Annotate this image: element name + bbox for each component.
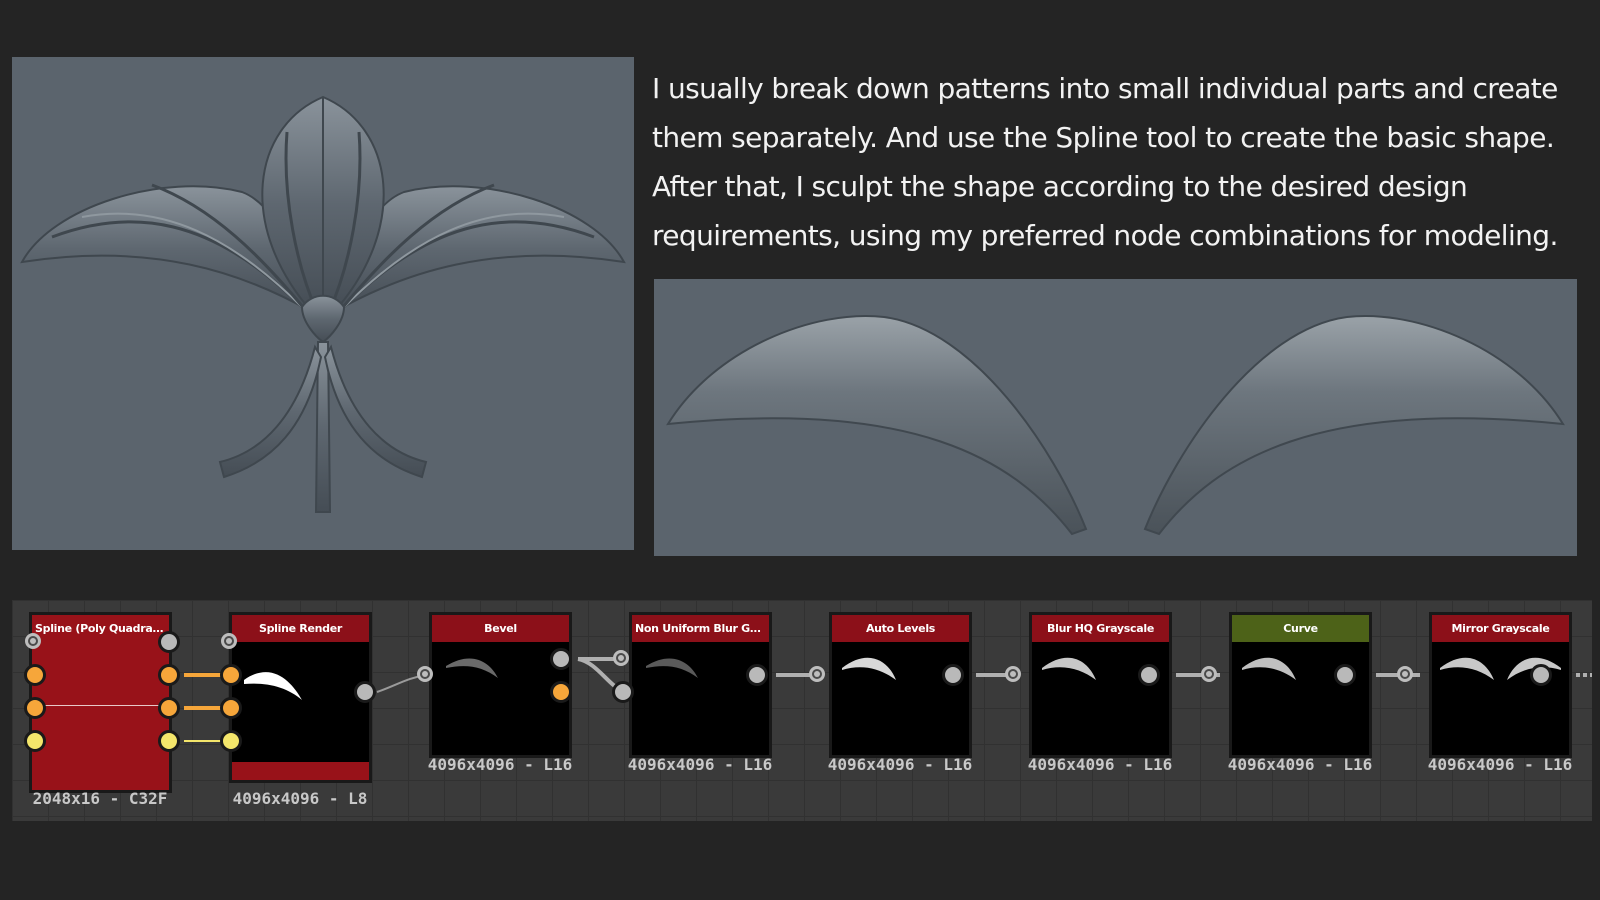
node-size-label: 2048x16 - C32F xyxy=(32,789,168,808)
input-port[interactable] xyxy=(1005,666,1021,682)
node-size-label: 4096x4096 - L16 xyxy=(1427,755,1573,774)
output-port[interactable] xyxy=(942,664,964,686)
node-thumbnail xyxy=(232,642,369,762)
input-port[interactable] xyxy=(220,664,242,686)
output-port[interactable] xyxy=(158,697,180,719)
input-port[interactable] xyxy=(24,664,46,686)
output-port[interactable] xyxy=(158,664,180,686)
node-thumbnail xyxy=(832,642,969,755)
input-port[interactable] xyxy=(417,666,433,682)
output-port[interactable] xyxy=(1334,664,1356,686)
input-port[interactable] xyxy=(809,666,825,682)
output-port[interactable] xyxy=(158,730,180,752)
node-size-label: 4096x4096 - L16 xyxy=(627,755,773,774)
node-thumbnail xyxy=(432,642,569,755)
output-port[interactable] xyxy=(550,681,572,703)
input-port[interactable] xyxy=(220,730,242,752)
input-port[interactable] xyxy=(612,681,634,703)
node-title: Spline Render xyxy=(232,615,369,642)
node-title: Mirror Grayscale xyxy=(1432,615,1569,642)
input-port[interactable] xyxy=(25,633,41,649)
crescent-render-image xyxy=(666,315,1565,536)
node-non-uniform-blur-grayscale[interactable]: Non Uniform Blur Gray... xyxy=(629,612,772,758)
input-port[interactable] xyxy=(24,730,46,752)
ornament-render-viewport xyxy=(12,57,634,550)
node-curve[interactable]: Curve xyxy=(1229,612,1372,758)
output-port[interactable] xyxy=(550,648,572,670)
output-port[interactable] xyxy=(1138,664,1160,686)
node-spline-poly-quadratic[interactable]: Spline (Poly Quadratic) xyxy=(29,612,172,793)
description-text: I usually break down patterns into small… xyxy=(652,72,1558,252)
node-title: Spline (Poly Quadratic) xyxy=(32,615,169,642)
node-size-label: 4096x4096 - L16 xyxy=(827,755,973,774)
node-thumbnail xyxy=(1032,642,1169,755)
output-port[interactable] xyxy=(1530,664,1552,686)
input-port[interactable] xyxy=(613,650,629,666)
node-spline-render[interactable]: Spline Render xyxy=(229,612,372,783)
node-title: Non Uniform Blur Gray... xyxy=(632,615,769,642)
node-bevel[interactable]: Bevel xyxy=(429,612,572,758)
node-thumbnail xyxy=(1432,642,1569,755)
node-size-label: 4096x4096 - L16 xyxy=(427,755,573,774)
node-title: Blur HQ Grayscale xyxy=(1032,615,1169,642)
ornament-render-image xyxy=(20,95,626,513)
spline-preview-line xyxy=(38,705,163,706)
output-port[interactable] xyxy=(158,631,180,653)
node-mirror-grayscale[interactable]: Mirror Grayscale xyxy=(1429,612,1572,758)
output-port[interactable] xyxy=(354,681,376,703)
node-thumbnail xyxy=(632,642,769,755)
node-title: Auto Levels xyxy=(832,615,969,642)
node-size-label: 4096x4096 - L8 xyxy=(232,789,368,808)
output-port[interactable] xyxy=(746,664,768,686)
node-thumbnail xyxy=(1232,642,1369,755)
input-port[interactable] xyxy=(1397,666,1413,682)
crescent-render-viewport xyxy=(654,279,1577,556)
node-graph[interactable]: Spline (Poly Quadratic) 2048x16 - C32F S… xyxy=(12,600,1592,821)
input-port[interactable] xyxy=(1201,666,1217,682)
input-port[interactable] xyxy=(220,697,242,719)
node-size-label: 4096x4096 - L16 xyxy=(1027,755,1173,774)
input-port[interactable] xyxy=(24,697,46,719)
node-title: Curve xyxy=(1232,615,1369,642)
node-size-label: 4096x4096 - L16 xyxy=(1227,755,1373,774)
node-footer-bar xyxy=(232,762,369,780)
node-title: Bevel xyxy=(432,615,569,642)
input-port[interactable] xyxy=(221,633,237,649)
